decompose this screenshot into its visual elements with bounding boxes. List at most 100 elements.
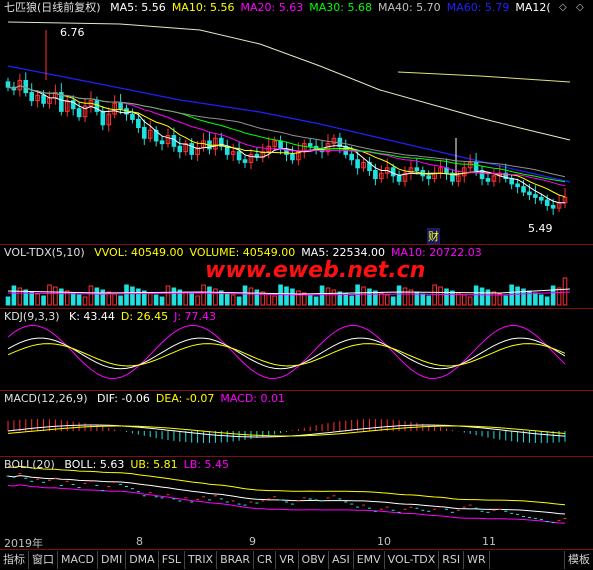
volume-bar <box>503 295 509 306</box>
candle-body <box>390 167 396 177</box>
candle-body <box>141 127 147 139</box>
candle-body <box>130 113 135 120</box>
date-label: 10 <box>377 535 391 548</box>
candle-body <box>23 79 29 94</box>
volume-bar <box>207 286 212 306</box>
macd-panel[interactable]: MACD(12,26,9) DIF: -0.06 DEA: -0.07 MACD: … <box>0 390 593 456</box>
tab-cr[interactable]: CR <box>254 551 277 569</box>
volume-bar <box>147 292 153 306</box>
volume-bar <box>485 289 491 306</box>
tab-macd[interactable]: MACD <box>58 551 98 569</box>
volume-bar <box>59 288 64 306</box>
candle-body <box>118 102 123 110</box>
volume-bar <box>230 294 236 306</box>
ma-value: MA60: 5.79 <box>446 1 510 14</box>
candle-body <box>242 159 248 163</box>
macd-values: DIF: -0.06 DEA: -0.07 MACD: 0.01 <box>97 392 291 405</box>
volume-bar <box>497 293 503 306</box>
volume-bar <box>461 294 467 306</box>
volume-bar <box>349 295 354 306</box>
boll-panel[interactable]: BOLL(20) BOLL: 5.63 UB: 5.81 LB: 5.45 2019… <box>0 456 593 550</box>
candle-body <box>278 140 283 150</box>
low-price-label: 5.49 <box>528 222 553 235</box>
tab-obv[interactable]: OBV <box>299 551 329 569</box>
volume-bar <box>41 295 46 306</box>
scroll-right-icon[interactable]: ◇ <box>576 2 584 13</box>
volume-bar <box>201 284 206 306</box>
candle-body <box>290 153 295 161</box>
candle-body <box>236 151 242 161</box>
tab-指标[interactable]: 指标 <box>0 551 29 569</box>
volume-bar <box>124 284 129 306</box>
volume-bar <box>248 287 254 306</box>
ma-value: MA12( <box>515 1 551 14</box>
tab-dmi[interactable]: DMI <box>98 551 127 569</box>
tab-brar[interactable]: BRAR <box>217 551 255 569</box>
volume-bar <box>331 289 337 306</box>
volume-bar <box>556 287 562 306</box>
scroll-left-icon[interactable]: ◇ <box>559 2 567 13</box>
volume-bar <box>544 296 550 306</box>
volume-bar <box>384 294 390 306</box>
volume-bar <box>325 287 331 306</box>
kdj-header: KDJ(9,3,3) K: 43.44 D: 26.45 J: 77.43 <box>4 310 228 323</box>
candle-body <box>171 135 177 147</box>
tab-asi[interactable]: ASI <box>329 551 354 569</box>
volume-bar <box>195 295 200 306</box>
kdj-value: D: 26.45 <box>120 310 169 323</box>
kdj-j-line <box>7 324 566 380</box>
kdj-panel[interactable]: KDJ(9,3,3) K: 43.44 D: 26.45 J: 77.43 <box>0 308 593 390</box>
tab-vr[interactable]: VR <box>276 551 299 569</box>
date-label: 9 <box>249 535 256 548</box>
tab-emv[interactable]: EMV <box>354 551 385 569</box>
volume-bar <box>307 294 313 306</box>
ma-value: MA40: 5.70 <box>377 1 441 14</box>
volume-bar <box>11 285 17 306</box>
volume-bar <box>479 287 485 306</box>
kdj-value: J: 77.43 <box>174 310 217 323</box>
tab-trix[interactable]: TRIX <box>185 551 218 569</box>
tab-rsi[interactable]: RSI <box>439 551 465 569</box>
volume-bar <box>70 292 76 306</box>
volume-bar <box>426 295 432 306</box>
candle-body <box>396 175 402 182</box>
kdj-title: KDJ(9,3,3) <box>4 310 60 323</box>
tab-fsl[interactable]: FSL <box>159 551 185 569</box>
candle-body <box>29 92 35 102</box>
volume-bar <box>379 292 384 306</box>
tab-窗口[interactable]: 窗口 <box>29 551 58 569</box>
tab-wr[interactable]: WR <box>464 551 490 569</box>
boll-value: LB: 5.45 <box>183 458 229 471</box>
tab-template[interactable]: 模板 <box>564 551 593 569</box>
candle-body <box>414 167 420 171</box>
boll-values: BOLL: 5.63 UB: 5.81 LB: 5.45 <box>64 458 235 471</box>
volume-bar <box>5 296 11 306</box>
ma10-line <box>7 85 566 198</box>
volume-bar <box>23 289 29 306</box>
candle-body <box>5 81 11 88</box>
volume-bar <box>118 295 123 306</box>
ma-value: MA5: 5.56 <box>110 1 166 14</box>
candle-body <box>473 161 479 171</box>
candle-body <box>159 140 165 145</box>
volume-bar <box>473 285 479 306</box>
volume-bar <box>396 285 402 306</box>
volume-bar <box>47 284 52 306</box>
kdj-d-line <box>7 343 566 367</box>
candle-body <box>521 186 526 193</box>
volume-bar <box>94 287 100 306</box>
volume-bar <box>343 293 349 306</box>
volume-bar <box>213 288 218 306</box>
finance-marker[interactable]: 财 <box>427 228 440 244</box>
candle-body <box>355 159 360 169</box>
volume-bar <box>35 293 40 306</box>
tab-vol-tdx[interactable]: VOL-TDX <box>385 551 440 569</box>
tab-dma[interactable]: DMA <box>126 551 159 569</box>
volume-bar <box>266 293 272 306</box>
candle-body <box>485 178 491 182</box>
candle-body <box>349 153 354 161</box>
boll-value: UB: 5.81 <box>130 458 178 471</box>
candle-body <box>550 204 556 209</box>
volume-bar <box>296 290 301 306</box>
main-price-panel[interactable]: 七匹狼(日线前复权) MA5: 5.56 MA10: 5.56 MA20: 5.63… <box>0 0 593 244</box>
